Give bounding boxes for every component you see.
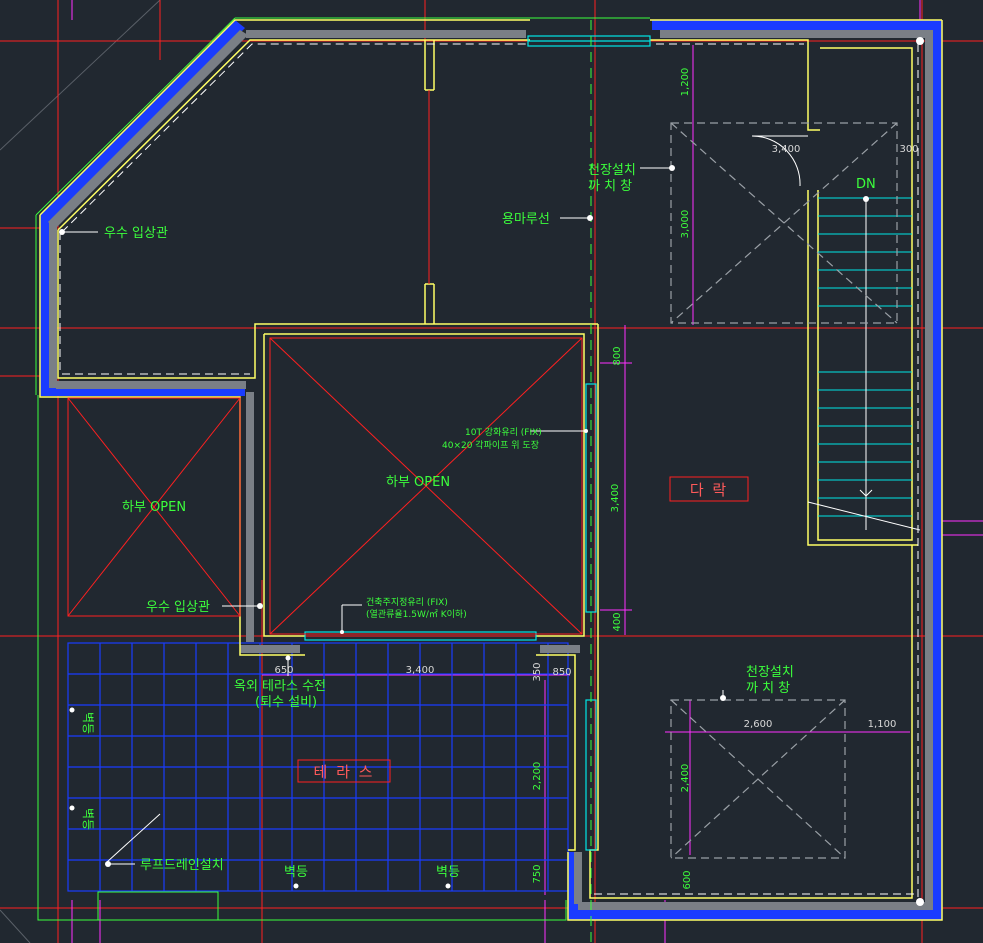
- label-roof-drain: 루프드레인설치: [140, 858, 224, 873]
- label-light-1: 벽등: [81, 712, 95, 734]
- insulation-band: [40, 20, 942, 920]
- label-skylight-top: 천장설치 까 치 창: [588, 163, 636, 194]
- label-rain-pipe-mid: 우수 입상관: [146, 600, 210, 615]
- stair: [818, 197, 912, 517]
- dim-350: 350: [532, 662, 543, 681]
- floor-plan-drawing: 테 라 스 다 락 우수 입상관 우수 입상관 용마루선 천장설치 까 치 창 …: [0, 0, 983, 943]
- label-faucet-2: (퇴수 설비): [255, 695, 317, 710]
- label-wall-lamp-1: 벽등: [284, 865, 308, 880]
- label-rain-pipe-top: 우수 입상관: [104, 226, 168, 241]
- dim-650: 650: [274, 665, 293, 676]
- dim-2600: 2,600: [744, 719, 773, 730]
- dim-400: 400: [612, 612, 623, 631]
- dim-850: 850: [552, 667, 571, 678]
- label-glass-right-2: 40×20 각파이프 위 도장: [442, 439, 539, 451]
- dim-2400: 2,400: [680, 764, 691, 793]
- dim-800: 800: [612, 346, 623, 365]
- label-faucet-1: 옥외 테라스 수전: [234, 679, 326, 694]
- room-label-terrace: 테 라 스: [314, 763, 375, 781]
- dim-1100: 1,100: [868, 719, 897, 730]
- label-ridge-line: 용마루선: [502, 212, 550, 227]
- room-tag-attic: 다 락: [669, 476, 749, 502]
- label-stair-dn: DN: [856, 177, 876, 192]
- label-open-center: 하부 OPEN: [386, 475, 450, 490]
- label-skylight-bottom: 천장설치 까 치 창: [746, 665, 794, 696]
- leader-lines: [63, 167, 724, 865]
- dim-3400-top: 3,400: [772, 144, 801, 155]
- dim-3400-horizontal: 3,400: [406, 665, 435, 676]
- wall-outline: [39, 19, 943, 921]
- room-label-attic: 다 락: [690, 481, 728, 499]
- dim-1200: 1,200: [680, 68, 691, 97]
- dim-750: 750: [532, 864, 543, 883]
- magenta-dimension-lines: [71, 0, 983, 943]
- open-x-marks: [67, 90, 583, 635]
- label-wall-lamp-2: 벽등: [436, 865, 460, 880]
- dim-3000: 3,000: [680, 210, 691, 239]
- dim-600: 600: [682, 870, 693, 889]
- dim-3400-vertical: 3,400: [610, 484, 621, 513]
- dim-2200: 2,200: [532, 762, 543, 791]
- label-glass-right-1: 10T 강화유리 (FIX): [465, 427, 542, 438]
- marker-points: [59, 37, 924, 906]
- wall-centerline: [59, 43, 919, 898]
- dim-300: 300: [899, 144, 918, 155]
- room-tag-terrace: 테 라 스: [297, 759, 391, 783]
- label-glass-bottom-2: (열관류율1.5W/㎡ K이하): [366, 609, 467, 620]
- label-open-left: 하부 OPEN: [122, 500, 186, 515]
- label-light-2: 벽등: [81, 808, 95, 830]
- label-glass-bottom-1: 건축주지정유리 (FIX): [366, 597, 448, 608]
- wall-hatch: [48, 30, 933, 910]
